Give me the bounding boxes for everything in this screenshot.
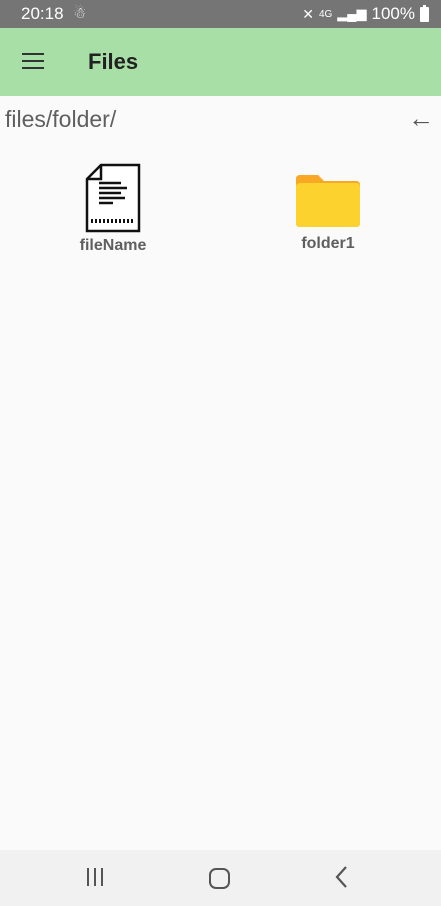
hamburger-menu-icon[interactable]: [22, 53, 46, 71]
mute-icon: ✕: [302, 5, 314, 22]
network-type: 4G: [318, 8, 333, 20]
document-icon: [85, 163, 141, 233]
current-path: files/folder/: [5, 106, 117, 132]
recents-icon[interactable]: [85, 868, 107, 888]
folder-name-label: folder1: [301, 235, 355, 252]
file-name-label: fileName: [79, 237, 147, 254]
home-icon[interactable]: [209, 868, 230, 889]
back-icon[interactable]: [333, 864, 349, 890]
arrow-left-icon[interactable]: ←: [408, 103, 434, 134]
status-bar: 20:18 ☃ ✕ 4G ▂▄▆ 100%: [0, 0, 441, 28]
battery-icon: [420, 4, 429, 22]
app-bar: Files: [0, 28, 441, 96]
navigation-bar: [0, 850, 441, 906]
signal-icon: ▂▄▆: [337, 6, 367, 21]
app-title: Files: [88, 49, 139, 74]
file-item[interactable]: fileName: [43, 163, 183, 255]
notification-icon: ☃: [73, 5, 87, 22]
status-icons: ✕ 4G ▂▄▆ 100%: [302, 4, 429, 24]
folder-item[interactable]: folder1: [258, 163, 398, 253]
folder-icon: [296, 175, 360, 227]
battery-percent: 100%: [371, 4, 415, 23]
status-time: 20:18: [21, 4, 64, 23]
